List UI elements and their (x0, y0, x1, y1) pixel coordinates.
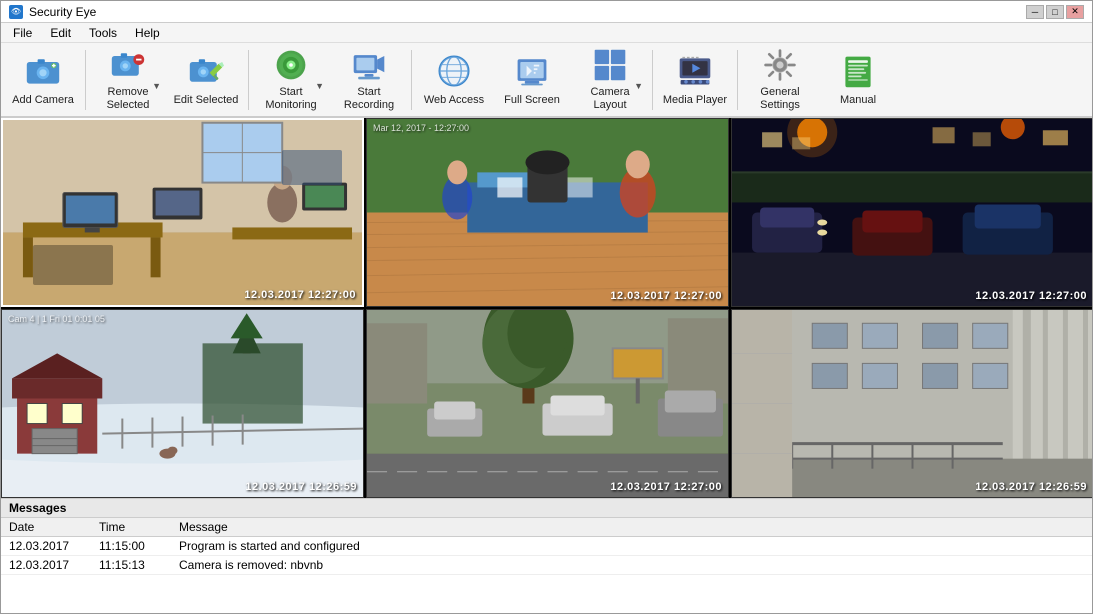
titlebar-controls[interactable]: ─ □ ✕ (1026, 5, 1084, 19)
full-screen-button[interactable]: Full Screen (494, 46, 570, 114)
start-recording-icon (349, 47, 389, 83)
messages-panel: Messages Date Time Message 12.03.2017 11… (1, 498, 1092, 613)
menubar: File Edit Tools Help (1, 23, 1092, 43)
media-player-label: Media Player (663, 94, 727, 107)
media-player-button[interactable]: Media Player (657, 46, 733, 114)
camera-feed-3 (732, 119, 1092, 306)
table-row: 12.03.2017 11:15:00 Program is started a… (1, 537, 1092, 556)
titlebar-title: Security Eye (29, 5, 96, 19)
app-icon: 👁 (9, 5, 23, 19)
msg-date: 12.03.2017 (1, 537, 91, 556)
main-content: 12.03.2017 12:27:00 (1, 118, 1092, 613)
remove-selected-button[interactable]: Remove Selected ▼ (90, 46, 166, 114)
camera-feed-2 (367, 119, 728, 306)
start-monitoring-icon (271, 47, 311, 83)
messages-header: Messages (1, 499, 1092, 518)
camera-5-timestamp: 12.03.2017 12:27:00 (610, 481, 722, 493)
web-access-button[interactable]: Web Access (416, 46, 492, 114)
menu-edit[interactable]: Edit (42, 24, 79, 42)
titlebar-left: 👁 Security Eye (9, 5, 96, 19)
manual-button[interactable]: Manual (820, 46, 896, 114)
sep1 (85, 50, 86, 110)
sep2 (248, 50, 249, 110)
remove-arrow: ▼ (152, 81, 161, 91)
titlebar: 👁 Security Eye ─ □ ✕ (1, 1, 1092, 23)
camera-1-timestamp: 12.03.2017 12:27:00 (244, 289, 356, 301)
full-screen-icon (512, 51, 552, 91)
add-camera-label: Add Camera (12, 94, 74, 107)
add-camera-icon (23, 51, 63, 91)
messages-log: Date Time Message 12.03.2017 11:15:00 Pr… (1, 518, 1092, 575)
camera-layout-icon (590, 47, 630, 83)
web-access-icon (434, 51, 474, 91)
general-settings-icon (760, 47, 800, 83)
camera-2-timestamp: 12.03.2017 12:27:00 (610, 290, 722, 302)
camera-feed-6 (732, 310, 1092, 497)
sep4 (652, 50, 653, 110)
remove-selected-icon (108, 47, 148, 83)
sep3 (411, 50, 412, 110)
web-access-label: Web Access (424, 94, 484, 107)
monitoring-arrow: ▼ (315, 81, 324, 91)
edit-selected-icon (186, 51, 226, 91)
messages-table[interactable]: Date Time Message 12.03.2017 11:15:00 Pr… (1, 518, 1092, 613)
camera-cell-3[interactable]: 12.03.2017 12:27:00 (731, 118, 1092, 307)
msg-time: 11:15:00 (91, 537, 171, 556)
menu-help[interactable]: Help (127, 24, 168, 42)
general-settings-button[interactable]: General Settings (742, 46, 818, 114)
camera-4-label: Cam 4 | 1 Fri 01 0:01 05 (8, 314, 105, 324)
camera-layout-button[interactable]: Camera Layout ▼ (572, 46, 648, 114)
camera-3-timestamp: 12.03.2017 12:27:00 (975, 290, 1087, 302)
add-camera-button[interactable]: Add Camera (5, 46, 81, 114)
msg-time: 11:15:13 (91, 556, 171, 575)
edit-selected-button[interactable]: Edit Selected (168, 46, 244, 114)
msg-message: Program is started and configured (171, 537, 1092, 556)
edit-selected-label: Edit Selected (174, 94, 239, 107)
camera-grid: 12.03.2017 12:27:00 (1, 118, 1092, 498)
camera-feed-5: STOP (367, 310, 728, 497)
maximize-button[interactable]: □ (1046, 5, 1064, 19)
camera-cell-6[interactable]: 12.03.2017 12:26:59 (731, 309, 1092, 498)
close-button[interactable]: ✕ (1066, 5, 1084, 19)
col-message: Message (171, 518, 1092, 537)
camera-feed-4 (2, 310, 363, 497)
layout-arrow: ▼ (634, 81, 643, 91)
start-monitoring-button[interactable]: Start Monitoring ▼ (253, 46, 329, 114)
camera-cell-2[interactable]: Mar 12, 2017 - 12:27:00 12.03.2017 12:27… (366, 118, 729, 307)
media-player-icon (675, 51, 715, 91)
application-window: 👁 Security Eye ─ □ ✕ File Edit Tools Hel… (0, 0, 1093, 614)
minimize-button[interactable]: ─ (1026, 5, 1044, 19)
table-row: 12.03.2017 11:15:13 Camera is removed: n… (1, 556, 1092, 575)
menu-tools[interactable]: Tools (81, 24, 125, 42)
manual-label: Manual (840, 94, 876, 107)
general-settings-label: General Settings (745, 86, 815, 112)
camera-cell-5[interactable]: STOP 12.03.2017 12:27:00 (366, 309, 729, 498)
camera-4-timestamp: 12.03.2017 12:26:59 (245, 481, 357, 493)
messages-tbody: 12.03.2017 11:15:00 Program is started a… (1, 537, 1092, 575)
camera-2-label: Mar 12, 2017 - 12:27:00 (373, 123, 469, 133)
col-time: Time (91, 518, 171, 537)
sep5 (737, 50, 738, 110)
msg-message: Camera is removed: nbvnb (171, 556, 1092, 575)
msg-date: 12.03.2017 (1, 556, 91, 575)
start-recording-button[interactable]: Start Recording (331, 46, 407, 114)
menu-file[interactable]: File (5, 24, 40, 42)
manual-icon (838, 51, 878, 91)
camera-cell-1[interactable]: 12.03.2017 12:27:00 (1, 118, 364, 307)
camera-feed-1 (3, 120, 362, 305)
start-recording-label: Start Recording (334, 86, 404, 112)
full-screen-label: Full Screen (504, 94, 560, 107)
camera-cell-4[interactable]: Cam 4 | 1 Fri 01 0:01 05 12.03.2017 12:2… (1, 309, 364, 498)
toolbar: Add Camera Remove Selected ▼ (1, 43, 1092, 118)
camera-6-timestamp: 12.03.2017 12:26:59 (975, 481, 1087, 493)
col-date: Date (1, 518, 91, 537)
